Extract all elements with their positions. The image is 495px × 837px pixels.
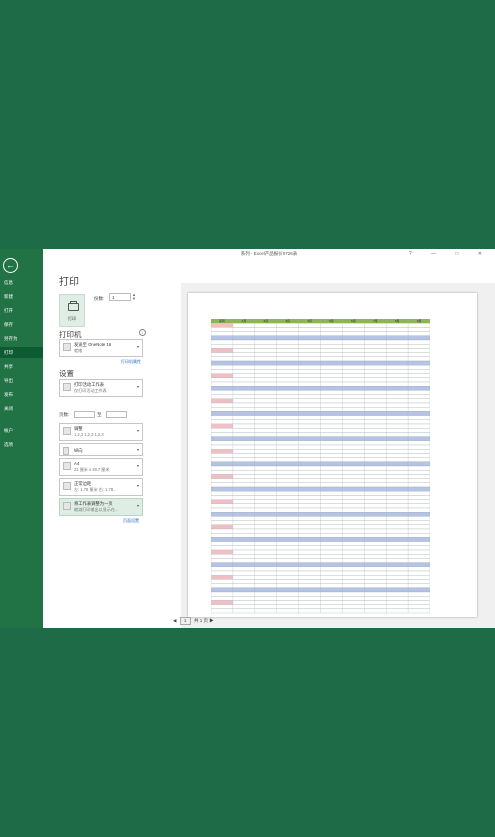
pages-label: 页数: [59,412,70,417]
sheet-header-text: 1月 [242,319,247,323]
fit-page-icon [63,502,71,510]
sidebar-item[interactable]: 保存 [0,319,43,330]
total-pages: 共 1 页 [194,618,209,623]
paper-line2: 21 厘米 x 29.7 厘米 [74,467,110,472]
backstage-main: 系列 - Excel产品报价0726表 ? — □ ✕ 打印 打印 份数: 1 … [43,249,495,628]
sidebar-item[interactable]: 共享 [0,361,43,372]
preview-sheet: 系列 1月 2月 3月 4月 5月 6月 7月 8月 9月 [211,319,430,615]
sidebar-item[interactable]: 打印 [0,347,43,358]
sheet-header-text: 6月 [351,319,356,323]
info-icon[interactable]: i [139,329,146,336]
sidebar-item[interactable]: 另存为 [0,333,43,344]
page-setup-link[interactable]: 页面设置 [123,518,139,524]
collate-dropdown[interactable]: 调整 1,2,3 1,2,3 1,2,3 ▾ [59,423,143,441]
paper-size-dropdown[interactable]: A4 21 厘米 x 29.7 厘米 ▾ [59,458,143,476]
sidebar-item[interactable]: 导出 [0,375,43,386]
printer-icon [68,301,79,311]
copies-label: 份数: [94,296,105,301]
printer-dropdown[interactable]: 发送至 OneNote 16 就绪 ▾ [59,339,143,357]
pages-to-label: 至 [97,412,102,417]
sheet-table: 系列 1月 2月 3月 4月 5月 6月 7月 8月 9月 [211,319,430,614]
excel-print-window: ← 信息 新建 打开 保存 另存为 打印 共享 导出 发布 关闭 帐户 选项 系列 - Excel产品… [0,249,495,628]
chevron-down-icon: ▾ [136,503,139,508]
chevron-down-icon: ▾ [136,384,139,389]
chevron-down-icon: ▾ [136,463,139,468]
chevron-down-icon: ▾ [136,483,139,488]
orientation-dropdown[interactable]: 纵向 ▾ [59,443,143,456]
chevron-down-icon: ▾ [136,447,139,452]
sheet-header-text: 9月 [417,319,422,323]
sidebar-item[interactable]: 信息 [0,277,43,288]
margins-icon [63,482,71,490]
sheet-header-text: 7月 [373,319,378,323]
sheet-header-text: 3月 [285,319,290,323]
margins-line2: 左: 1.78 厘米 右: 1.78... [74,487,117,492]
sidebar-item[interactable]: 关闭 [0,403,43,414]
scaling-line2: 缩减打印输出以显示在... [74,507,119,512]
printer-status: 就绪 [74,348,83,353]
printer-small-icon [63,343,71,351]
settings-heading: 设置 [59,369,74,378]
collate-icon [63,427,71,435]
backstage-sidebar: ← 信息新建打开保存另存为打印共享导出发布关闭帐户选项 [0,249,43,628]
paper-icon [63,462,71,470]
copies-spinner[interactable]: ▲ ▼ [132,293,136,301]
printer-properties-link[interactable]: 打印机属性 [121,359,141,365]
copies-input[interactable]: 1 [109,293,131,301]
sheet-header-text: 8月 [395,319,400,323]
sheet-header-text: 2月 [263,319,268,323]
print-scope-dropdown[interactable]: 打印活动工作表 仅打印活动工作表 ▾ [59,379,143,397]
chevron-down-icon: ▾ [136,344,139,349]
print-settings-panel: 打印 打印 份数: 1 ▲ ▼ 打印机 i 发送至 OneNote 16 就绪 ▾… [43,263,181,628]
sidebar-item[interactable]: 帐户 [0,425,43,436]
print-button[interactable]: 打印 [59,294,85,327]
pages-to-input[interactable] [106,411,127,418]
sheet-icon [63,383,71,391]
next-page-icon[interactable]: ▶ [209,618,214,623]
sheet-header-text: 系列 [219,319,225,323]
margins-dropdown[interactable]: 正常边距 左: 1.78 厘米 右: 1.78... ▾ [59,478,143,496]
sheet-header-text: 5月 [329,319,334,323]
sidebar-item[interactable]: 选项 [0,439,43,450]
pages-from-input[interactable] [74,411,95,418]
print-button-label: 打印 [68,316,76,321]
scope-line2: 仅打印活动工作表 [74,388,107,393]
chevron-down-icon: ▾ [136,428,139,433]
preview-page-nav: ◀ 1 共 1 页 ▶ [173,617,214,625]
orientation-value: 纵向 [74,448,83,453]
sidebar-item[interactable]: 发布 [0,389,43,400]
window-controls[interactable]: ? — □ ✕ [409,251,491,257]
portrait-icon [63,447,69,455]
sidebar-item[interactable]: 打开 [0,305,43,316]
paper-line1: A4 [74,461,80,466]
sidebar-item[interactable]: 新建 [0,291,43,302]
prev-page-icon[interactable]: ◀ [173,618,176,623]
current-page-input[interactable]: 1 [179,617,191,625]
title-bar: 系列 - Excel产品报价0726表 ? — □ ✕ [43,249,495,263]
scaling-dropdown[interactable]: 将工作表调整为一页 缩减打印输出以显示在... ▾ [59,498,143,516]
collate-line2: 1,2,3 1,2,3 1,2,3 [74,432,104,437]
print-heading: 打印 [59,277,79,288]
back-arrow-icon[interactable]: ← [3,258,18,273]
sheet-header-text: 4月 [307,319,312,323]
